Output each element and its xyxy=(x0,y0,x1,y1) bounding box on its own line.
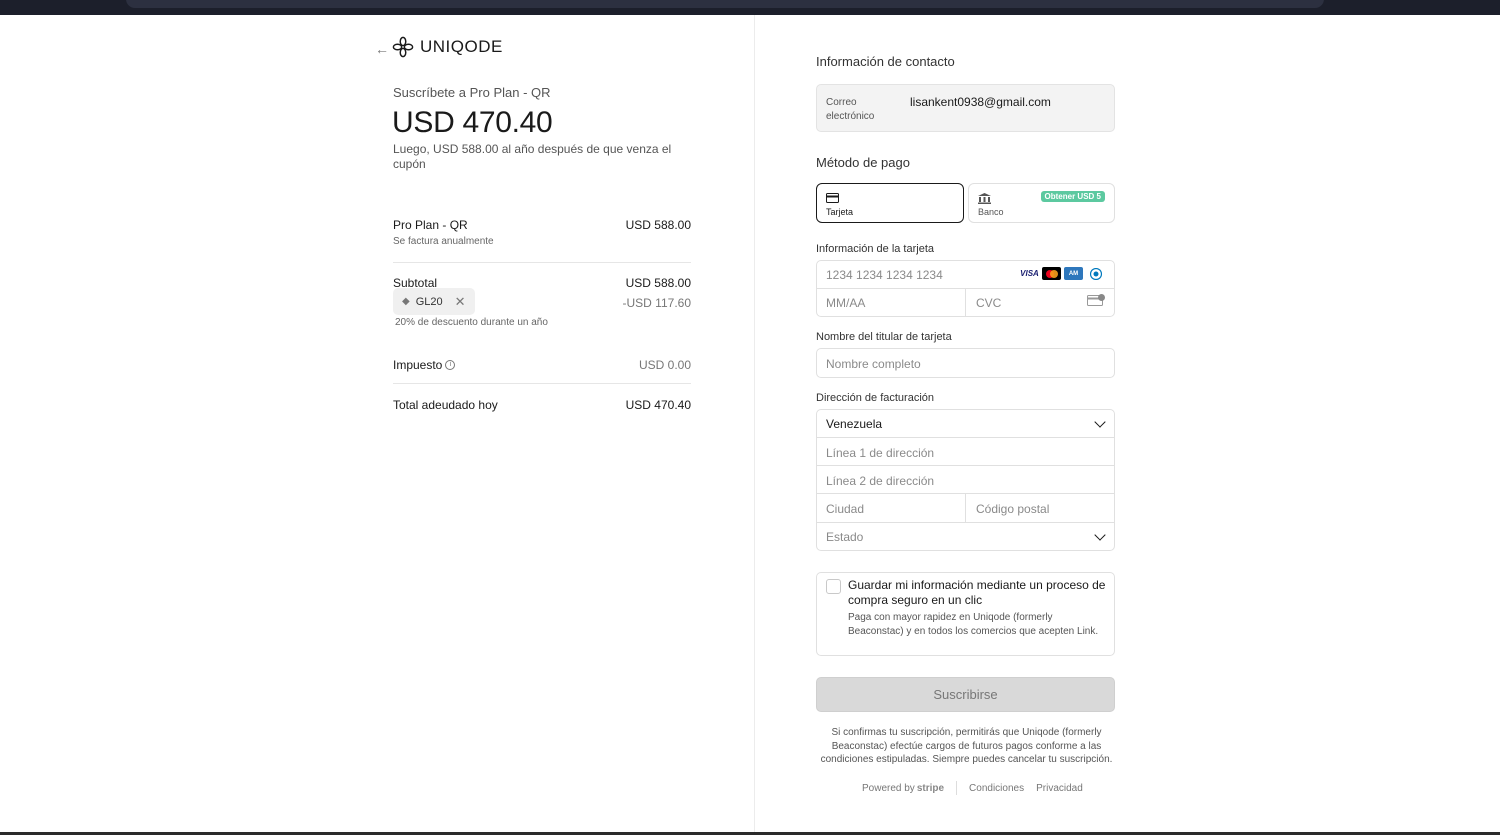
address-line1-input[interactable]: Línea 1 de dirección xyxy=(826,446,934,460)
subscribe-heading: Suscríbete a Pro Plan - QR xyxy=(393,85,551,100)
tax-row: Impuesto i USD 0.00 xyxy=(393,358,691,372)
terms-link[interactable]: Condiciones xyxy=(969,783,1024,794)
email-value: lisankent0938@gmail.com xyxy=(910,95,1051,109)
footer: Powered by stripe Condiciones Privacidad xyxy=(862,781,1083,795)
card-number-input[interactable]: 1234 1234 1234 1234 xyxy=(826,268,943,282)
powered-by-label: Powered by xyxy=(862,782,915,794)
tax-label: Impuesto xyxy=(393,358,443,372)
country-select[interactable]: Venezuela xyxy=(826,417,882,431)
mastercard-icon xyxy=(1042,267,1061,280)
holder-name-input[interactable]: Nombre completo xyxy=(826,357,921,371)
price-note: Luego, USD 588.00 al año después de que … xyxy=(393,142,672,171)
brand-name: UNIQODE xyxy=(420,37,503,56)
cvc-card-icon xyxy=(1087,294,1105,306)
email-label: Correo electrónico xyxy=(826,97,875,122)
save-info-description: Paga con mayor rapidez en Uniqode (forme… xyxy=(848,612,1099,637)
price-headline: USD 470.40 xyxy=(392,106,553,139)
bank-bonus-badge: Obtener USD 5 xyxy=(1040,191,1105,202)
city-input[interactable]: Ciudad xyxy=(826,502,864,516)
billing-label: Dirección de facturación xyxy=(816,392,935,404)
divider xyxy=(965,289,966,316)
plan-name: Pro Plan - QR xyxy=(393,218,468,232)
tag-icon: ◆ xyxy=(402,296,410,307)
amex-icon: AM xyxy=(1064,267,1083,280)
tab-card[interactable]: Tarjeta xyxy=(816,183,964,223)
plan-amount: USD 588.00 xyxy=(625,218,691,232)
contact-email-box[interactable]: Correo electrónico lisankent0938@gmail.c… xyxy=(816,84,1115,132)
address-bar-edge xyxy=(126,0,1324,8)
uniqode-logo-icon xyxy=(392,36,414,58)
tab-bank[interactable]: Banco Obtener USD 5 xyxy=(968,183,1115,223)
remove-coupon-close-icon[interactable]: ✕ xyxy=(455,294,466,310)
brand-logo[interactable]: UNIQODE xyxy=(392,36,503,58)
coupon-code: GL20 xyxy=(415,295,443,308)
card-brand-logos: VISA AM xyxy=(1020,267,1105,280)
divider xyxy=(817,437,1114,438)
cvc-input[interactable]: CVC xyxy=(976,296,1001,310)
info-icon[interactable]: i xyxy=(445,360,456,370)
visa-icon: VISA xyxy=(1020,269,1039,278)
tab-bank-label: Banco xyxy=(978,207,1004,217)
divider xyxy=(965,494,966,522)
bank-icon xyxy=(978,193,991,204)
divider xyxy=(393,383,691,384)
tax-label-group: Impuesto i xyxy=(393,358,456,372)
plan-billing-note: Se factura anualmente xyxy=(393,236,494,247)
tax-amount: USD 0.00 xyxy=(638,358,691,372)
total-amount: USD 470.40 xyxy=(625,398,691,412)
browser-top-bar xyxy=(0,0,1500,15)
card-icon xyxy=(826,193,839,203)
divider xyxy=(817,522,1114,523)
address-line2-input[interactable]: Línea 2 de dirección xyxy=(826,474,934,488)
subscribe-button[interactable]: Suscribirse xyxy=(816,677,1115,712)
save-info-checkbox[interactable] xyxy=(826,579,841,594)
divider xyxy=(956,781,958,795)
stripe-logo[interactable]: stripe xyxy=(917,783,944,794)
total-label: Total adeudado hoy xyxy=(393,398,498,412)
payment-section-title: Método de pago xyxy=(816,155,910,170)
back-arrow-icon[interactable]: ← xyxy=(375,41,389,57)
card-info-label: Información de la tarjeta xyxy=(816,243,935,255)
order-summary-panel xyxy=(0,15,754,835)
plan-line-item: Pro Plan - QR USD 588.00 xyxy=(393,218,691,232)
state-select[interactable]: Estado xyxy=(826,530,863,544)
terms-text: Si confirmas tu suscripción, permitirás … xyxy=(820,727,1113,765)
total-row: Total adeudado hoy USD 470.40 xyxy=(393,398,691,412)
holder-label: Nombre del titular de tarjeta xyxy=(816,331,952,343)
coupon-amount: -USD 117.60 xyxy=(622,296,691,310)
coupon-description: 20% de descuento durante un año xyxy=(395,317,548,328)
diners-icon xyxy=(1086,267,1105,280)
contact-section-title: Información de contacto xyxy=(816,54,955,69)
save-info-box: Guardar mi información mediante un proce… xyxy=(816,572,1115,656)
privacy-link[interactable]: Privacidad xyxy=(1036,783,1083,794)
subtotal-amount: USD 588.00 xyxy=(625,276,691,290)
expiry-input[interactable]: MM/AA xyxy=(826,296,865,310)
divider xyxy=(393,262,691,263)
tab-card-label: Tarjeta xyxy=(826,207,854,217)
divider xyxy=(817,465,1114,466)
save-info-title: Guardar mi información mediante un proce… xyxy=(848,578,1106,607)
coupon-chip[interactable]: ◆ GL20 ✕ xyxy=(393,288,475,315)
postal-code-input[interactable]: Código postal xyxy=(976,502,1049,516)
